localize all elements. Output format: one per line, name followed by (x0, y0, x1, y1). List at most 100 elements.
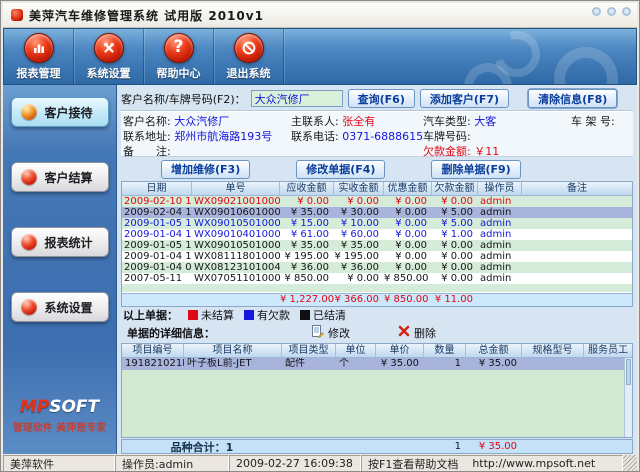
legend-swatch-icon (244, 310, 254, 320)
detail-row[interactable]: 191821021E叶子板L前-JET配件个¥ 35.001¥ 35.00 (122, 358, 632, 370)
red-sphere-icon (21, 234, 37, 250)
toolbar-button-exit[interactable]: 退出系统 (214, 29, 284, 84)
order-cell: WX090104010001 (192, 229, 280, 240)
clear-info-button[interactable]: 清除信息(F8) (528, 89, 617, 108)
detail-table: 项目编号项目名称项目类型单位单价数量总金额规格型号服务员工 191821021E… (121, 343, 633, 438)
order-row[interactable]: 2007-05-11WX070511010001¥ 850.00¥ 0.00¥ … (122, 273, 632, 284)
total-debt: ¥ 11.00 (432, 294, 478, 306)
order-cell (522, 196, 632, 207)
app-window: 美萍汽车维修管理系统 试用版 2010v1 报表管理系统设置?帮助中心退出系统 … (0, 0, 640, 472)
sidebar-nav: 客户接待客户结算报表统计系统设置 MPSOFT 管理软件 美萍是专家 (3, 85, 117, 454)
toolbar-button-label: 退出系统 (227, 65, 271, 81)
order-cell: admin (478, 273, 522, 284)
toolbar-button-reports[interactable]: 报表管理 (4, 29, 74, 84)
customer-debt-field: 欠款金额: ￥11 (423, 143, 571, 158)
order-cell: ¥ 30.00 (334, 207, 384, 218)
detail-column-header[interactable]: 项目编号 (122, 344, 184, 357)
order-cell: ¥ 0.00 (432, 251, 478, 262)
resize-grip[interactable] (623, 455, 637, 472)
detail-column-header[interactable]: 数量 (424, 344, 466, 357)
summary-qty: 1 (424, 441, 466, 452)
exit-forbidden-icon (234, 33, 264, 63)
modify-order-button[interactable]: 修改单据(F4) (296, 160, 385, 179)
order-cell (522, 218, 632, 229)
order-actions-row: 增加维修(F3) 修改单据(F4) 删除单据(F9) (121, 157, 633, 180)
add-repair-button[interactable]: 增加维修(F3) (161, 160, 250, 179)
orders-column-header[interactable]: 优惠金额 (384, 182, 432, 195)
order-cell: ¥ 61.00 (280, 229, 334, 240)
scrollbar-thumb[interactable] (626, 359, 631, 385)
detail-column-header[interactable]: 单位 (336, 344, 376, 357)
detail-column-header[interactable]: 单价 (376, 344, 424, 357)
orders-column-header[interactable]: 操作员 (478, 182, 522, 195)
order-cell: 2009-02-04 15:2 (122, 207, 192, 218)
order-cell: ¥ 15.00 (280, 218, 334, 229)
modify-item-button[interactable]: 修改 (311, 325, 350, 341)
toolbar-button-help[interactable]: ?帮助中心 (144, 29, 214, 84)
customer-info-panel: 客户名称: 大众汽修厂 主联系人: 张全有 汽车类型: 大客 车 架 号: 联系… (121, 111, 633, 157)
status-operator: 操作员:admin (115, 455, 229, 472)
order-cell: ¥ 0.00 (280, 196, 334, 207)
order-cell: ¥ 0.00 (384, 207, 432, 218)
orders-column-header[interactable]: 欠款金额 (432, 182, 478, 195)
detail-filler (122, 370, 632, 437)
window-control-dot[interactable] (592, 7, 601, 16)
order-cell: 2009-01-05 16:1 (122, 218, 192, 229)
legend-item-label: 已结清 (313, 307, 346, 323)
detail-cell: 1 (424, 358, 466, 370)
sidebar-item-customer-settlement[interactable]: 客户结算 (11, 162, 109, 192)
order-row[interactable]: 2009-02-10 14:3WX090210010001¥ 0.00¥ 0.0… (122, 196, 632, 207)
totals-spacer (192, 294, 280, 306)
orders-column-header[interactable]: 单号 (192, 182, 280, 195)
add-customer-button[interactable]: 添加客户(F7) (420, 89, 509, 108)
sidebar-item-customer-reception[interactable]: 客户接待 (11, 97, 109, 127)
detail-cell: 个 (336, 358, 376, 370)
status-url[interactable]: http://www.mpsoft.net (472, 457, 595, 470)
order-cell: ¥ 0.00 (432, 273, 478, 284)
legend-item-label: 未结算 (201, 307, 234, 323)
order-row[interactable]: 2009-01-04 08:5WX081231010042¥ 36.00¥ 36… (122, 262, 632, 273)
detail-cell: 配件 (282, 358, 336, 370)
customer-phone-field: 联系电话: 0371-68886153 (291, 128, 423, 143)
order-row[interactable]: 2009-01-05 16:2WX090105010003¥ 35.00¥ 35… (122, 240, 632, 251)
order-row[interactable]: 2009-02-04 15:2WX090106010004¥ 35.00¥ 30… (122, 207, 632, 218)
logo-mp: MP (20, 397, 49, 417)
window-control-dot[interactable] (607, 7, 616, 16)
orders-column-header[interactable]: 应收金额 (280, 182, 334, 195)
sidebar-item-label: 报表统计 (45, 234, 93, 251)
orders-column-header[interactable]: 实收金额 (334, 182, 384, 195)
detail-column-header[interactable]: 总金额 (466, 344, 522, 357)
window-control-dot[interactable] (622, 7, 631, 16)
red-sphere-icon (21, 169, 37, 185)
query-button[interactable]: 查询(F6) (348, 89, 415, 108)
delete-order-button[interactable]: 删除单据(F9) (431, 160, 520, 179)
detail-column-header[interactable]: 服务员工 (584, 344, 632, 357)
logo-soft: SOFT (49, 397, 99, 417)
detail-scrollbar[interactable] (624, 358, 632, 437)
order-cell: WX081231010042 (192, 262, 280, 273)
order-row[interactable]: 2009-01-04 17:1WX081118010001¥ 195.00¥ 1… (122, 251, 632, 262)
search-input[interactable] (251, 90, 343, 107)
order-cell: admin (478, 207, 522, 218)
legend-item: 已结清 (300, 307, 346, 323)
order-cell: ¥ 0.00 (384, 262, 432, 273)
customer-remark-field: 备 注: (123, 143, 291, 158)
delete-item-button[interactable]: 删除 (398, 325, 436, 341)
detail-column-header[interactable]: 项目类型 (282, 344, 336, 357)
sidebar-item-report-statistics[interactable]: 报表统计 (11, 227, 109, 257)
order-row[interactable]: 2009-01-05 16:1WX090105010002¥ 15.00¥ 10… (122, 218, 632, 229)
order-cell (522, 240, 632, 251)
order-cell: admin (478, 240, 522, 251)
detail-column-header[interactable]: 规格型号 (522, 344, 584, 357)
order-row[interactable]: 2009-01-04 17:1WX090104010001¥ 61.00¥ 60… (122, 229, 632, 240)
toolbar-button-settings[interactable]: 系统设置 (74, 29, 144, 84)
legend-swatch-icon (300, 310, 310, 320)
orders-column-header[interactable]: 日期 (122, 182, 192, 195)
detail-column-header[interactable]: 项目名称 (184, 344, 282, 357)
sidebar-item-system-settings[interactable]: 系统设置 (11, 292, 109, 322)
orders-totals-row: ¥ 1,227.00 ¥ 366.00 ¥ 850.00 ¥ 11.00 (122, 293, 632, 306)
order-cell: ¥ 850.00 (384, 273, 432, 284)
mpsoft-logo-text: MPSOFT (3, 397, 116, 417)
orders-column-header[interactable]: 备注 (522, 182, 632, 195)
order-cell: ¥ 0.00 (384, 240, 432, 251)
